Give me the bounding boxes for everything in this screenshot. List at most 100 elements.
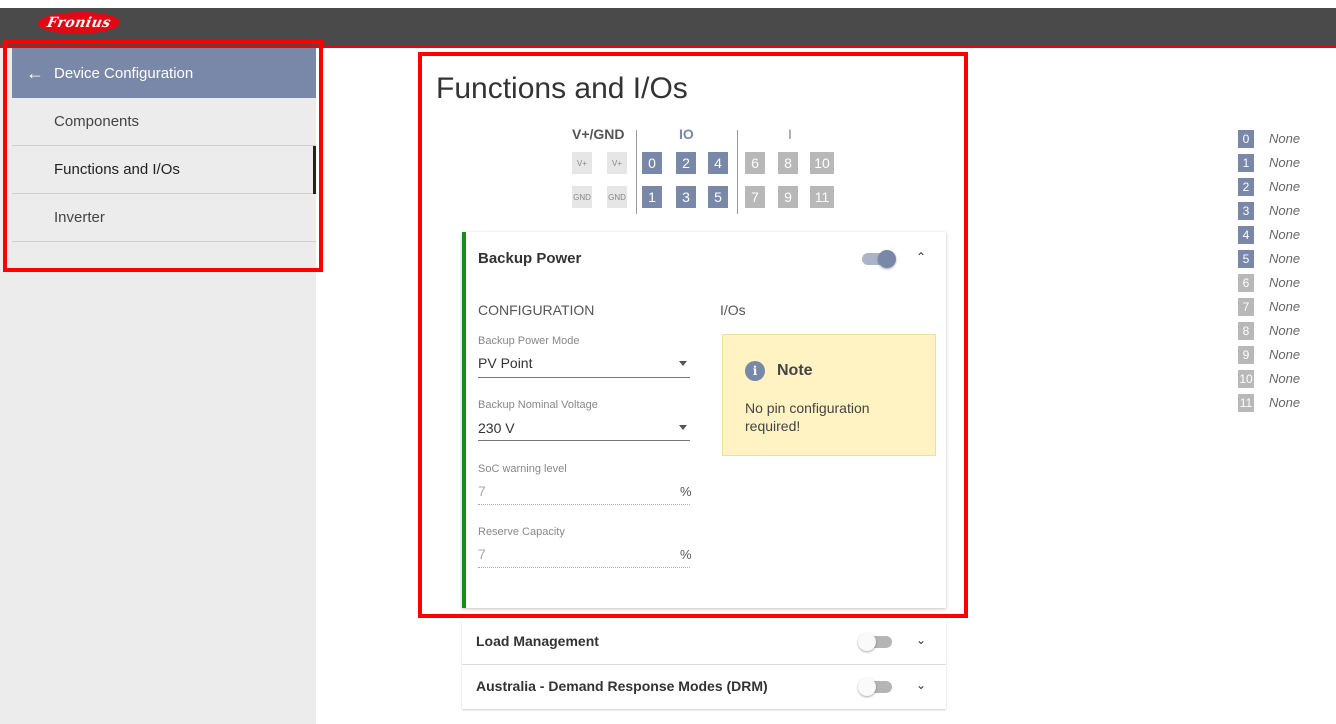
- fronius-logo[interactable]: Fronius: [35, 12, 123, 34]
- legend-row: 4 None: [1238, 226, 1318, 244]
- pin-i-9[interactable]: 9: [778, 186, 798, 208]
- pin-i-8[interactable]: 8: [778, 152, 798, 174]
- legend-pin-function: None: [1269, 179, 1301, 194]
- sidebar-item-label: Inverter: [54, 209, 105, 226]
- pin-io-5[interactable]: 5: [708, 186, 728, 208]
- pin-io-3[interactable]: 3: [676, 186, 696, 208]
- reserve-capacity-input[interactable]: 7: [478, 546, 486, 562]
- backup-voltage-underline: [478, 440, 690, 441]
- note-title: Note: [777, 362, 813, 379]
- note-text: No pin configuration required!: [745, 400, 870, 434]
- backup-voltage-select[interactable]: 230 V: [478, 420, 515, 436]
- sidebar-item-inverter[interactable]: Inverter: [12, 194, 316, 242]
- pin-i-6[interactable]: 6: [745, 152, 765, 174]
- pin-io-0[interactable]: 0: [642, 152, 662, 174]
- pin-io-1[interactable]: 1: [642, 186, 662, 208]
- arrow-left-icon[interactable]: ←: [26, 63, 44, 84]
- pin-io-2[interactable]: 2: [676, 152, 696, 174]
- toggle-knob: [858, 633, 876, 651]
- legend-pin-number: 6: [1238, 274, 1254, 292]
- drm-panel[interactable]: Australia - Demand Response Modes (DRM) …: [462, 665, 946, 709]
- pin-i-10[interactable]: 10: [810, 152, 834, 174]
- pin-i-7[interactable]: 7: [745, 186, 765, 208]
- reserve-capacity-underline: [478, 567, 690, 568]
- legend-row: 10 None: [1238, 370, 1318, 388]
- pin-divider: [737, 130, 738, 214]
- pin-gnd: GND: [607, 186, 627, 208]
- note-box: i Note No pin configuration required!: [722, 334, 936, 456]
- sidebar-title: Device Configuration: [54, 64, 194, 82]
- legend-pin-number: 1: [1238, 154, 1254, 172]
- chevron-down-icon[interactable]: [679, 361, 687, 366]
- sidebar-nav: Components Functions and I/Os Inverter: [12, 98, 316, 242]
- legend-row: 1 None: [1238, 154, 1318, 172]
- configuration-heading: CONFIGURATION: [478, 302, 595, 318]
- reserve-capacity-label: Reserve Capacity: [478, 526, 565, 538]
- backup-power-toggle[interactable]: [860, 250, 896, 268]
- legend-row: 7 None: [1238, 298, 1318, 316]
- backup-mode-label: Backup Power Mode: [478, 335, 580, 347]
- sidebar-back-button[interactable]: ← Device Configuration: [12, 48, 316, 98]
- backup-voltage-label: Backup Nominal Voltage: [478, 399, 598, 411]
- pin-group-io-label: IO: [679, 126, 694, 142]
- chevron-down-icon[interactable]: ⌄: [916, 678, 926, 692]
- legend-pin-number: 10: [1238, 370, 1254, 388]
- legend-pin-number: 9: [1238, 346, 1254, 364]
- load-management-title: Load Management: [476, 633, 599, 649]
- header-bar: [0, 8, 1336, 48]
- legend-row: 2 None: [1238, 178, 1318, 196]
- legend-pin-function: None: [1269, 203, 1301, 218]
- ios-heading: I/Os: [720, 302, 746, 318]
- legend-row: 8 None: [1238, 322, 1318, 340]
- legend-pin-number: 4: [1238, 226, 1254, 244]
- toggle-knob: [878, 250, 896, 268]
- legend-row: 9 None: [1238, 346, 1318, 364]
- legend-pin-function: None: [1269, 395, 1301, 410]
- chevron-down-icon[interactable]: ⌄: [916, 633, 926, 647]
- pin-divider: [636, 130, 637, 214]
- legend-pin-function: None: [1269, 227, 1301, 242]
- legend-pin-number: 5: [1238, 250, 1254, 268]
- legend-pin-function: None: [1269, 275, 1301, 290]
- pin-group-i-label: I: [788, 126, 792, 142]
- legend-pin-function: None: [1269, 323, 1301, 338]
- legend-pin-function: None: [1269, 155, 1301, 170]
- legend-pin-number: 7: [1238, 298, 1254, 316]
- soc-unit: %: [680, 484, 692, 499]
- pin-v-plus: V+: [572, 152, 592, 174]
- legend-pin-function: None: [1269, 251, 1301, 266]
- backup-mode-select[interactable]: PV Point: [478, 355, 532, 371]
- drm-title: Australia - Demand Response Modes (DRM): [476, 678, 768, 694]
- pin-group-vgnd-label: V+/GND: [572, 126, 625, 142]
- pin-i-11[interactable]: 11: [810, 186, 834, 208]
- legend-pin-number: 2: [1238, 178, 1254, 196]
- soc-warning-underline: [478, 504, 690, 505]
- pin-io-4[interactable]: 4: [708, 152, 728, 174]
- sidebar-item-functions-ios[interactable]: Functions and I/Os: [12, 146, 316, 194]
- backup-mode-underline: [478, 377, 690, 378]
- sidebar-item-label: Functions and I/Os: [54, 161, 180, 178]
- backup-power-title[interactable]: Backup Power: [478, 250, 581, 267]
- backup-power-card: Backup Power ⌃ CONFIGURATION I/Os Backup…: [462, 232, 946, 608]
- load-management-panel[interactable]: Load Management ⌄: [462, 620, 946, 664]
- soc-warning-input[interactable]: 7: [478, 483, 486, 499]
- pin-v-plus: V+: [607, 152, 627, 174]
- legend-pin-function: None: [1269, 347, 1301, 362]
- toggle-knob: [858, 678, 876, 696]
- sidebar-item-components[interactable]: Components: [12, 98, 316, 146]
- load-management-toggle[interactable]: [858, 633, 894, 651]
- drm-toggle[interactable]: [858, 678, 894, 696]
- top-bar: Fronius: [0, 0, 1336, 48]
- legend-row: 11 None: [1238, 394, 1318, 412]
- legend-pin-number: 11: [1238, 394, 1254, 412]
- chevron-down-icon[interactable]: [679, 425, 687, 430]
- info-icon: i: [745, 361, 765, 381]
- legend-pin-number: 3: [1238, 202, 1254, 220]
- legend-pin-number: 8: [1238, 322, 1254, 340]
- legend-pin-function: None: [1269, 371, 1301, 386]
- pin-gnd: GND: [572, 186, 592, 208]
- legend-pin-function: None: [1269, 131, 1301, 146]
- legend-pin-function: None: [1269, 299, 1301, 314]
- page-title: Functions and I/Os: [436, 72, 688, 105]
- chevron-up-icon[interactable]: ⌃: [916, 250, 926, 264]
